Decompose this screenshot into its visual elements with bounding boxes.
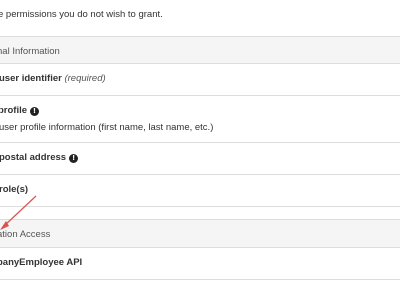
info-circle-icon[interactable]: ! xyxy=(69,154,79,163)
permission-row-user-identifier[interactable]: user identifier (required) xyxy=(0,64,400,96)
permission-row-profile[interactable]: profile! user profile information (first… xyxy=(0,96,400,143)
intro-text: e permissions you do not wish to grant. xyxy=(0,9,163,20)
permission-title: postal address xyxy=(0,152,67,163)
group-header-application-access: ation Access xyxy=(0,219,400,248)
permission-row-roles[interactable]: role(s) xyxy=(0,175,400,207)
info-circle-icon[interactable]: ! xyxy=(30,107,40,116)
group-header-label: ation Access xyxy=(0,229,51,240)
permission-title: user identifier xyxy=(0,73,62,84)
required-label: (required) xyxy=(64,73,106,84)
permissions-panel: e permissions you do not wish to grant. … xyxy=(0,0,400,284)
permission-title: profile xyxy=(0,105,28,116)
permission-title: panyEmployee API xyxy=(0,257,83,268)
group-header-personal-information: nal Information xyxy=(0,36,400,64)
permission-title: role(s) xyxy=(0,184,29,195)
permission-row-company-employee-api[interactable]: panyEmployee API xyxy=(0,248,400,280)
group-header-label: nal Information xyxy=(0,46,60,57)
permission-description: user profile information (first name, la… xyxy=(0,122,214,133)
permission-row-postal-address[interactable]: postal address! xyxy=(0,143,400,175)
